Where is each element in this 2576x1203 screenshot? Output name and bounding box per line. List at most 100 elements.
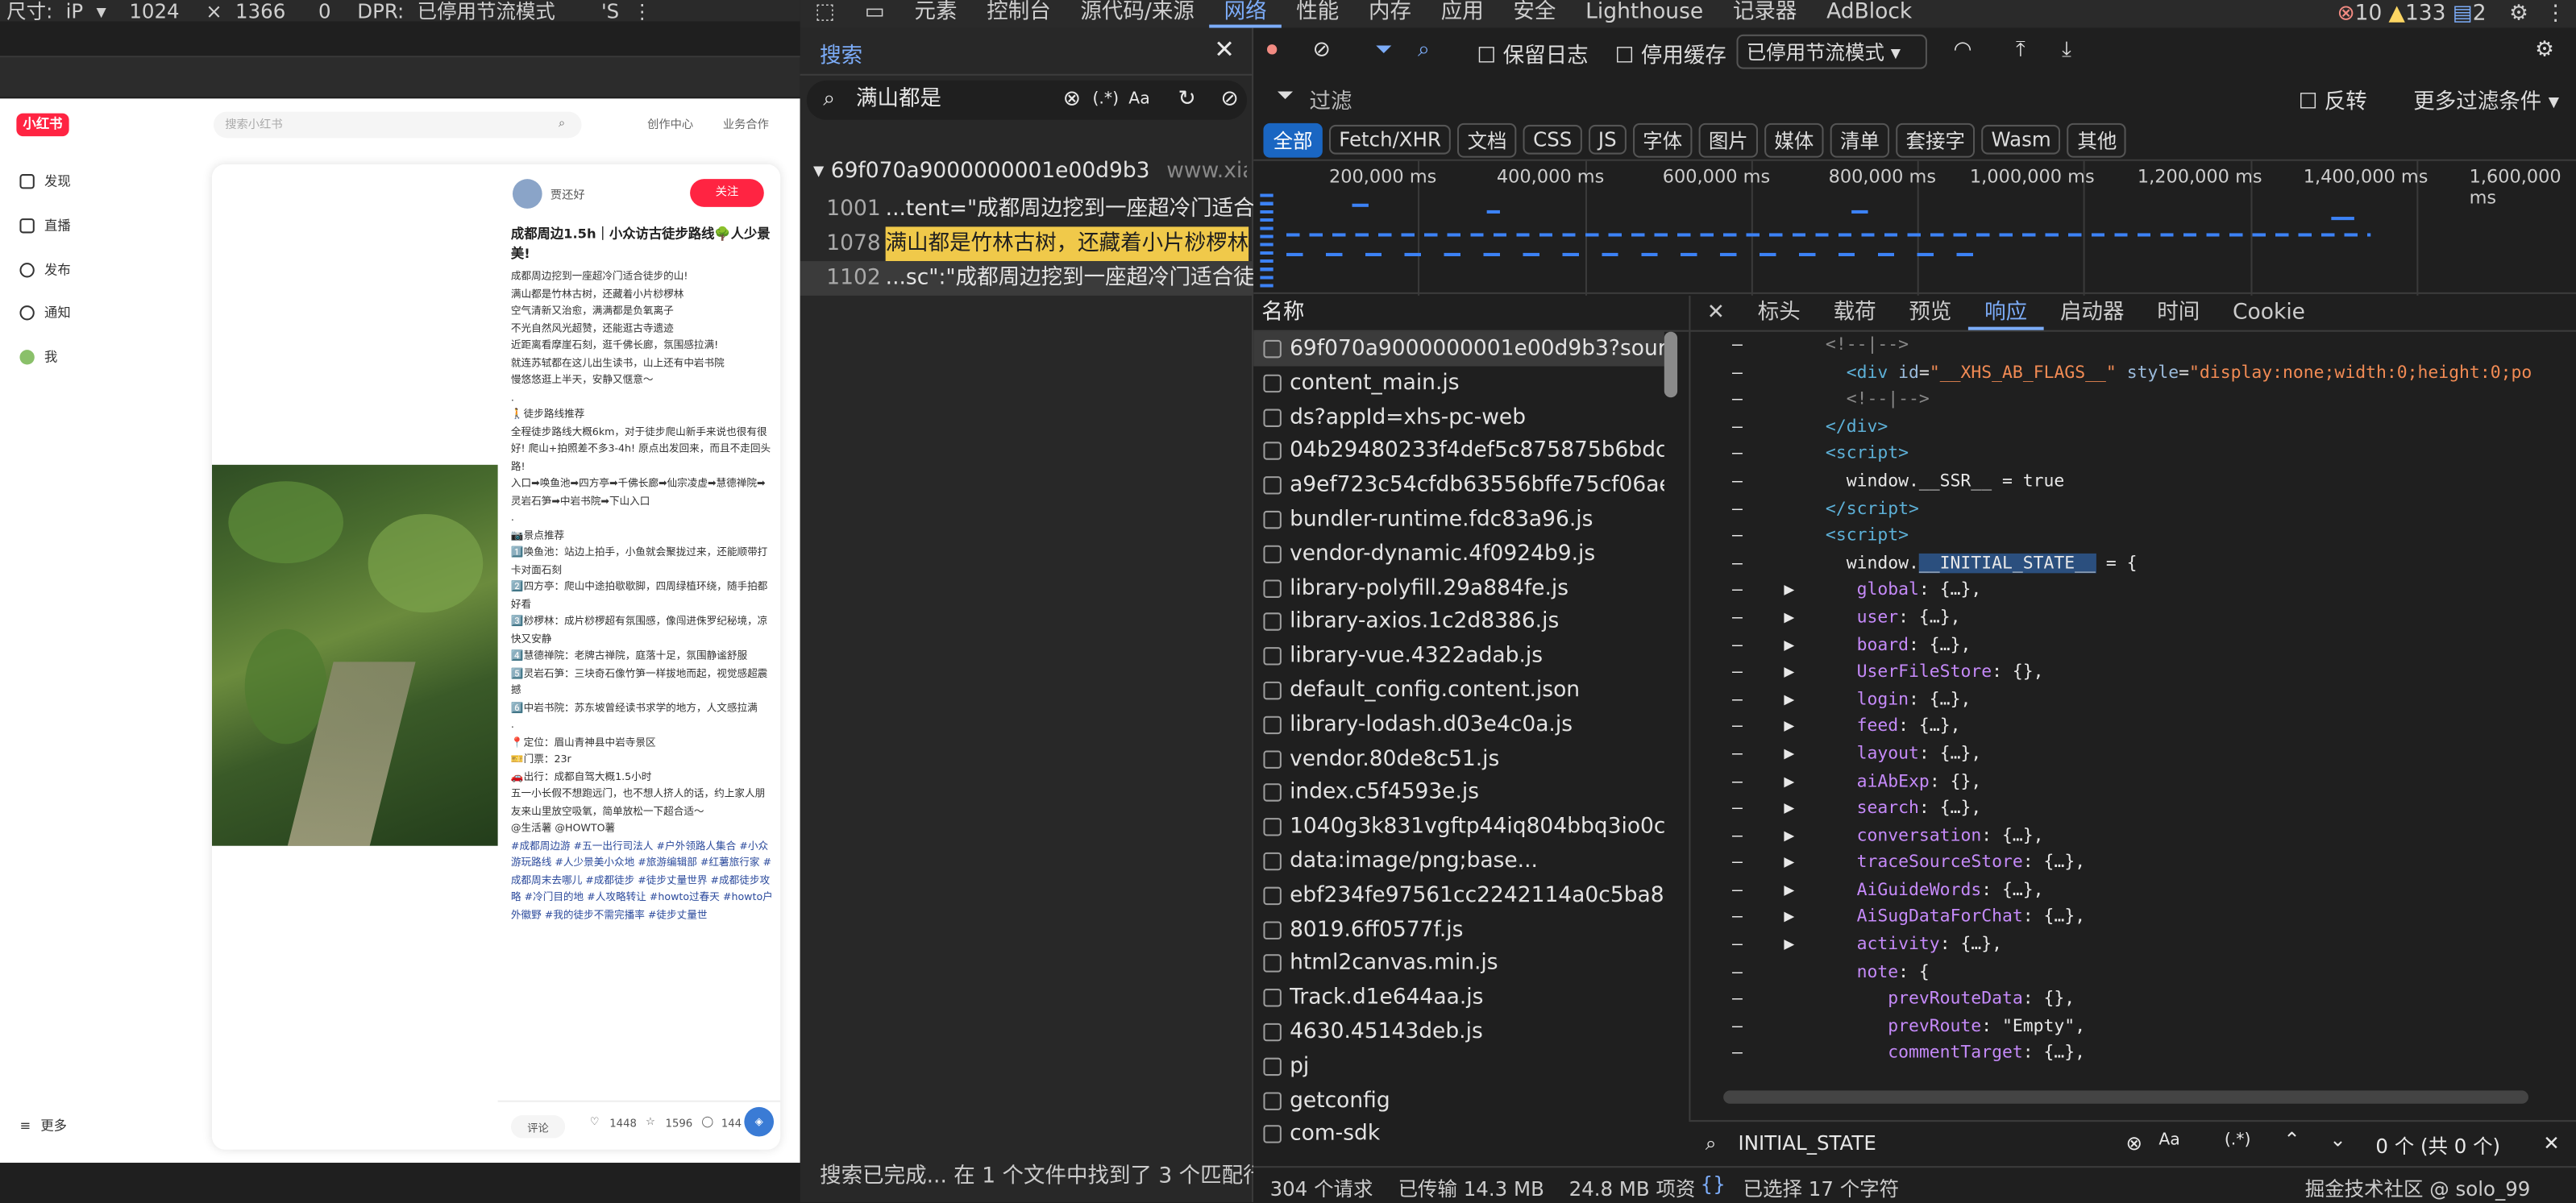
- expand-icon[interactable]: – ▶: [1690, 799, 1856, 818]
- sidebar-item-discover[interactable]: 发现: [19, 172, 71, 190]
- business-link[interactable]: 业务合作: [723, 117, 769, 133]
- expand-icon[interactable]: – ▶: [1690, 716, 1856, 736]
- clear-icon[interactable]: ⊗: [2126, 1131, 2143, 1155]
- request-row[interactable]: bundler-runtime.fdc83a96.js: [1253, 503, 1664, 537]
- code-line[interactable]: – ▶ conversation: {…},: [1690, 823, 2576, 850]
- close-detail-icon[interactable]: ✕: [1690, 296, 1741, 330]
- tab-cookie[interactable]: Cookie: [2217, 296, 2322, 330]
- star-icon[interactable]: ☆: [646, 1115, 655, 1128]
- sidebar-item-me[interactable]: 我: [19, 348, 57, 366]
- search-result-row-selected[interactable]: 1102 ...sc":"成都周边挖到一座超冷门适合徒步...: [800, 261, 1254, 296]
- disable-cache-checkbox[interactable]: ☐ 停用缓存: [1615, 38, 1726, 69]
- expand-icon[interactable]: – ▶: [1690, 852, 1856, 872]
- invert-checkbox[interactable]: ☐ 反转: [2299, 84, 2367, 115]
- comment-input[interactable]: 评论: [510, 1115, 566, 1139]
- request-row[interactable]: content_main.js: [1253, 366, 1664, 400]
- tab-recorder[interactable]: 记录器: [1718, 0, 1812, 28]
- like-icon[interactable]: ♡: [590, 1115, 600, 1128]
- code-line[interactable]: – note: {: [1690, 959, 2576, 986]
- search-icon[interactable]: ⌕: [1418, 38, 1430, 63]
- type-filter-font[interactable]: 字体: [1633, 122, 1693, 157]
- request-row[interactable]: ebf234fe97561cc2242114a0c5ba836...: [1253, 878, 1664, 913]
- share-icon[interactable]: ◈: [744, 1106, 775, 1137]
- tab-memory[interactable]: 内存: [1354, 0, 1427, 28]
- throttle-select[interactable]: 已停用节流模式: [418, 0, 555, 21]
- type-filter-socket[interactable]: 套接字: [1896, 122, 1976, 157]
- request-row[interactable]: library-lodash.d03e4c0a.js: [1253, 707, 1664, 742]
- braces-icon[interactable]: {}: [1701, 1172, 1726, 1196]
- request-row[interactable]: Track.d1e644aa.js: [1253, 981, 1664, 1015]
- response-code[interactable]: – <!--|--> – <div id="__XHS_AB_FLAGS__" …: [1690, 332, 2576, 1088]
- device-select[interactable]: iP: [66, 0, 84, 21]
- request-row[interactable]: a9ef723c54cfdb63556bffe75cf06ae7.j...: [1253, 468, 1664, 503]
- request-row[interactable]: data:image/png;base...: [1253, 844, 1664, 879]
- expand-icon[interactable]: – ▶: [1690, 608, 1856, 627]
- error-count[interactable]: 10: [2355, 2, 2383, 27]
- clear-icon[interactable]: ⊗: [1063, 81, 1081, 120]
- request-row[interactable]: vendor-dynamic.4f0924b9.js: [1253, 537, 1664, 571]
- expand-icon[interactable]: – ▶: [1690, 826, 1856, 845]
- expand-icon[interactable]: – ▶: [1690, 690, 1856, 709]
- request-row[interactable]: 1040g3k831vgftp44iq804bbq3io0cl0...: [1253, 810, 1664, 844]
- network-timeline[interactable]: 200,000 ms 400,000 ms 600,000 ms 800,000…: [1253, 159, 2576, 296]
- expand-icon[interactable]: –: [1690, 1016, 1888, 1035]
- tab-preview[interactable]: 预览: [1893, 296, 1968, 330]
- creator-center-link[interactable]: 创作中心: [647, 117, 693, 133]
- type-filter-fetch[interactable]: Fetch/XHR: [1329, 124, 1452, 155]
- type-filter-wasm[interactable]: Wasm: [1981, 124, 2061, 155]
- name-column-header[interactable]: 名称: [1253, 296, 1689, 332]
- sidebar-item-live[interactable]: 直播: [19, 217, 71, 234]
- request-row[interactable]: vendor.80de8c51.js: [1253, 741, 1664, 776]
- request-row[interactable]: 69f070a9000000001e00d9b3?source...: [1253, 331, 1664, 367]
- note-photo[interactable]: [211, 464, 498, 846]
- height-input[interactable]: 1366: [235, 0, 285, 21]
- more-menu[interactable]: ≡ 更多: [19, 1117, 67, 1135]
- request-row[interactable]: ds?appId=xhs-pc-web: [1253, 400, 1664, 435]
- horizontal-scrollbar[interactable]: [1723, 1090, 2528, 1104]
- message-count[interactable]: 2: [2473, 2, 2487, 27]
- close-icon[interactable]: ✕: [1214, 35, 1235, 64]
- tab-application[interactable]: 应用: [1426, 0, 1498, 28]
- code-line[interactable]: – ▶ traceSourceStore: {…},: [1690, 849, 2576, 877]
- type-filter-other[interactable]: 其他: [2067, 122, 2127, 157]
- sidebar-item-publish[interactable]: 发布: [19, 261, 71, 279]
- tab-lighthouse[interactable]: Lighthouse: [1571, 0, 1718, 28]
- expand-icon[interactable]: – ▶: [1690, 880, 1856, 899]
- settings-icon[interactable]: ⚙: [2509, 2, 2528, 27]
- type-filter-manifest[interactable]: 清单: [1830, 122, 1890, 157]
- expand-icon[interactable]: – ▶: [1690, 662, 1856, 682]
- scrollbar[interactable]: [1664, 331, 1678, 398]
- type-filter-media[interactable]: 媒体: [1764, 122, 1824, 157]
- expand-icon[interactable]: – ▶: [1690, 580, 1856, 599]
- request-row[interactable]: getconfig: [1253, 1083, 1664, 1118]
- wifi-icon[interactable]: ◠: [1954, 38, 1972, 63]
- comment-icon[interactable]: ◯: [701, 1115, 713, 1128]
- refresh-icon[interactable]: ↻: [1178, 81, 1195, 120]
- request-row[interactable]: 4630.45143deb.js: [1253, 1015, 1664, 1050]
- request-row[interactable]: default_config.content.json: [1253, 674, 1664, 708]
- search-tab[interactable]: 搜索: [820, 38, 862, 69]
- type-filter-js[interactable]: JS: [1588, 124, 1627, 155]
- tab-initiator[interactable]: 启动器: [2044, 296, 2141, 330]
- tab-network[interactable]: 网络: [1209, 0, 1282, 28]
- clear-search-icon[interactable]: ⊘: [1220, 81, 1238, 120]
- extra-select[interactable]: 'S: [601, 0, 619, 21]
- regex-toggle[interactable]: (.*): [2225, 1131, 2251, 1149]
- search-result-row[interactable]: 1001 ...tent="成都周边挖到一座超冷门适合徒...: [800, 192, 1253, 226]
- code-line[interactable]: – ▶ UserFileStore: {},: [1690, 659, 2576, 687]
- inspect-icon[interactable]: ⬚: [800, 0, 850, 28]
- xhs-logo[interactable]: 小红书: [16, 113, 69, 137]
- code-line[interactable]: – ▶ layout: {…},: [1690, 740, 2576, 768]
- type-filter-all[interactable]: 全部: [1263, 122, 1323, 157]
- throttle-select[interactable]: 已停用节流模式 ▾: [1736, 34, 1927, 69]
- expand-icon[interactable]: – ▶: [1690, 744, 1856, 763]
- prev-match-icon[interactable]: ⌃: [2283, 1128, 2300, 1151]
- expand-icon[interactable]: – ▶: [1690, 907, 1856, 927]
- zoom-select[interactable]: 0: [318, 0, 331, 21]
- search-result-row[interactable]: 1078 满山都是竹林古树，还藏着小片桫椤林: [800, 226, 1254, 262]
- settings-icon[interactable]: ⚙: [2535, 38, 2554, 63]
- preserve-log-checkbox[interactable]: ☐ 保留日志: [1477, 38, 1588, 69]
- author-avatar[interactable]: [512, 179, 542, 209]
- author-name[interactable]: 贾还好: [551, 187, 585, 203]
- close-icon[interactable]: ✕: [2543, 1131, 2560, 1155]
